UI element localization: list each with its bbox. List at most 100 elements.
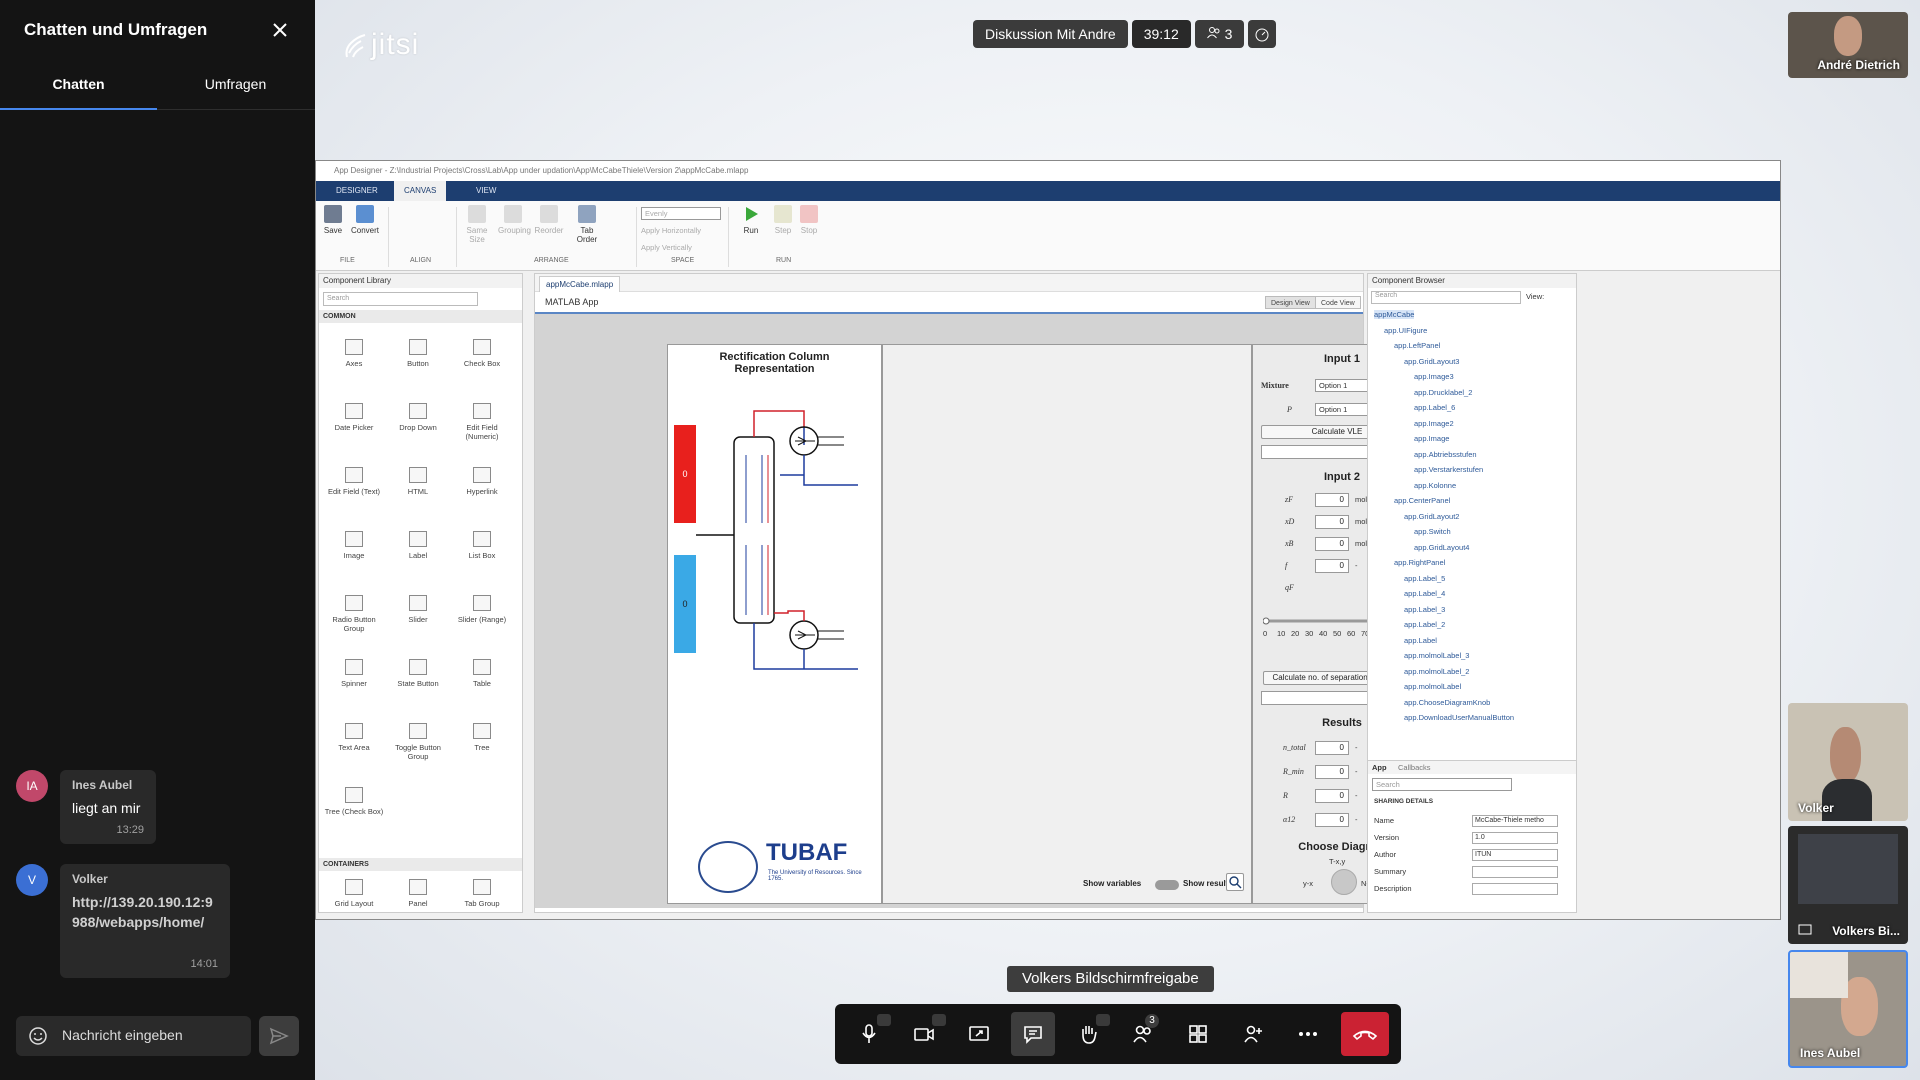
diagram-knob[interactable] <box>1331 869 1357 895</box>
tree-node[interactable]: app.molmolLabel_3 <box>1404 651 1469 660</box>
property-value-field[interactable] <box>1472 866 1558 878</box>
property-value-field[interactable] <box>1472 883 1558 895</box>
component-item[interactable]: Label <box>387 531 449 560</box>
participants-button[interactable]: 3 <box>1121 1012 1165 1056</box>
tree-node[interactable]: app.Verstarkerstufen <box>1414 465 1483 474</box>
chevron-up-icon[interactable] <box>1096 1014 1110 1026</box>
input-field[interactable]: 0 <box>1315 559 1349 573</box>
tab-chat[interactable]: Chatten <box>0 66 157 110</box>
component-item[interactable]: State Button <box>387 659 449 688</box>
code-view-button[interactable]: Code View <box>1315 296 1361 309</box>
tree-node[interactable]: app.GridLayout4 <box>1414 543 1469 552</box>
camera-button[interactable] <box>902 1012 946 1056</box>
design-view-button[interactable]: Design View <box>1265 296 1316 309</box>
tab-callbacks[interactable]: Callbacks <box>1398 763 1431 772</box>
tree-node[interactable]: app.UIFigure <box>1384 326 1427 335</box>
component-item[interactable]: HTML <box>387 467 449 496</box>
component-item[interactable]: List Box <box>451 531 513 560</box>
component-item[interactable]: Text Area <box>323 723 385 752</box>
tile-view-button[interactable] <box>1176 1012 1220 1056</box>
component-item[interactable]: Spinner <box>323 659 385 688</box>
property-value-field[interactable]: McCabe-Thiele metho <box>1472 815 1558 827</box>
property-value-field[interactable]: 1.0 <box>1472 832 1558 844</box>
tab-order-button[interactable]: Tab Order <box>572 205 602 244</box>
message-link[interactable]: http://139.20.190.12:9988/webapps/home/ <box>72 892 218 932</box>
tree-node[interactable]: app.LeftPanel <box>1394 341 1440 350</box>
tree-node[interactable]: app.Kolonne <box>1414 481 1456 490</box>
component-item[interactable]: Radio Button Group <box>323 595 385 633</box>
tab-app[interactable]: App <box>1372 763 1387 772</box>
variables-results-switch[interactable] <box>1155 880 1179 890</box>
tree-node[interactable]: app.Label <box>1404 636 1437 645</box>
tree-node[interactable]: app.Switch <box>1414 527 1451 536</box>
component-search-input[interactable]: Search <box>323 292 478 306</box>
screen-share-thumbnail[interactable]: Volkers Bi... <box>1788 826 1908 944</box>
tree-node[interactable]: app.Image2 <box>1414 419 1454 428</box>
tree-node[interactable]: app.Abtriebsstufen <box>1414 450 1477 459</box>
tree-node[interactable]: app.Image3 <box>1414 372 1454 381</box>
tree-node[interactable]: app.Drucklabel_2 <box>1414 388 1472 397</box>
tree-node[interactable]: app.Label_3 <box>1404 605 1445 614</box>
component-item[interactable]: Check Box <box>451 339 513 368</box>
property-value-field[interactable]: ITUN <box>1472 849 1558 861</box>
participant-thumbnail[interactable]: Volker <box>1788 703 1908 821</box>
same-size-button[interactable]: Same Size <box>462 205 492 244</box>
component-item[interactable]: Slider (Range) <box>451 595 513 624</box>
microphone-button[interactable] <box>847 1012 891 1056</box>
zoom-button[interactable] <box>1226 873 1244 891</box>
component-item[interactable]: Hyperlink <box>451 467 513 496</box>
component-item[interactable]: Drop Down <box>387 403 449 432</box>
tree-node[interactable]: app.Label_2 <box>1404 620 1445 629</box>
invite-button[interactable] <box>1231 1012 1275 1056</box>
tree-node[interactable]: app.molmolLabel <box>1404 682 1461 691</box>
participant-thumbnail-active[interactable]: Ines Aubel <box>1788 950 1908 1068</box>
save-button[interactable]: Save <box>318 205 348 235</box>
tab-polls[interactable]: Umfragen <box>157 66 314 110</box>
grouping-button[interactable]: Grouping <box>498 205 531 235</box>
raise-hand-button[interactable] <box>1066 1012 1110 1056</box>
input-field[interactable]: 0 <box>1315 493 1349 507</box>
tree-node[interactable]: app.Label_5 <box>1404 574 1445 583</box>
file-tab[interactable]: appMcCabe.mlapp <box>539 276 621 292</box>
container-item[interactable]: Tab Group <box>451 879 513 908</box>
tab-designer[interactable]: DESIGNER <box>326 181 388 201</box>
chevron-up-icon[interactable] <box>932 1014 946 1026</box>
browser-search-input[interactable]: Search <box>1371 291 1521 304</box>
component-item[interactable]: Axes <box>323 339 385 368</box>
apply-vertically[interactable]: Apply Vertically <box>641 243 692 252</box>
send-button[interactable] <box>259 1016 299 1056</box>
component-item[interactable]: Tree <box>451 723 513 752</box>
input-field[interactable]: 0 <box>1315 537 1349 551</box>
pressure-dropdown[interactable]: Option 1 <box>1315 403 1375 416</box>
component-item[interactable]: Edit Field (Numeric) <box>451 403 513 441</box>
tab-view[interactable]: VIEW <box>466 181 506 201</box>
sharing-details-header[interactable]: SHARING DETAILS <box>1374 798 1433 805</box>
tree-node[interactable]: app.Image <box>1414 434 1449 443</box>
component-item[interactable]: Button <box>387 339 449 368</box>
stop-button[interactable]: Stop <box>794 205 824 235</box>
component-item[interactable]: Slider <box>387 595 449 624</box>
chat-button[interactable] <box>1011 1012 1055 1056</box>
participants-count-button[interactable]: 3 <box>1194 20 1245 48</box>
participant-thumbnail[interactable]: André Dietrich <box>1788 12 1908 78</box>
tree-node[interactable]: app.Label_6 <box>1414 403 1455 412</box>
tree-node[interactable]: app.DownloadUserManualButton <box>1404 713 1514 722</box>
reorder-button[interactable]: Reorder <box>534 205 564 235</box>
run-button[interactable]: Run <box>736 205 766 235</box>
tree-node[interactable]: app.GridLayout2 <box>1404 512 1459 521</box>
component-item[interactable]: Date Picker <box>323 403 385 432</box>
component-item[interactable]: Toggle Button Group <box>387 723 449 761</box>
hangup-button[interactable] <box>1341 1012 1389 1056</box>
connection-indicator[interactable] <box>1248 20 1277 48</box>
tree-node[interactable]: app.Label_4 <box>1404 589 1445 598</box>
close-icon[interactable] <box>268 18 292 42</box>
component-item[interactable]: Edit Field (Text) <box>323 467 385 496</box>
component-item[interactable]: Table <box>451 659 513 688</box>
property-search-input[interactable]: Search <box>1372 778 1512 791</box>
input-field[interactable]: 0 <box>1315 515 1349 529</box>
emoji-icon[interactable] <box>28 1026 48 1046</box>
tree-node[interactable]: app.RightPanel <box>1394 558 1445 567</box>
tree-node[interactable]: appMcCabe <box>1374 310 1415 319</box>
tab-canvas[interactable]: CANVAS <box>394 181 447 201</box>
container-item[interactable]: Panel <box>387 879 449 908</box>
